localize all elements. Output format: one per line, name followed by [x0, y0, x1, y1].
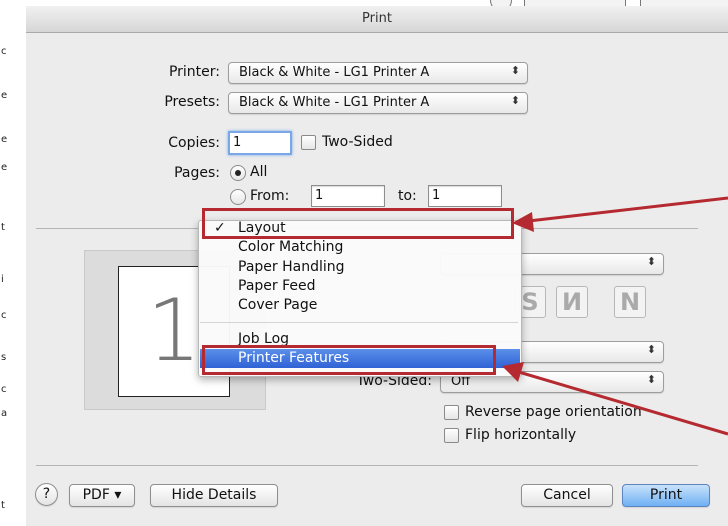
pages-from-value: 1 — [315, 188, 324, 203]
menu-item-paper-feed[interactable]: Paper Feed — [198, 277, 520, 296]
menu-item-label: Cover Page — [238, 297, 318, 313]
pages-to-label: to: — [398, 188, 417, 204]
background-document-edge: c e e e t i c s c a t — [0, 12, 27, 525]
help-icon: ? — [42, 486, 51, 502]
pages-all-label: All — [250, 164, 268, 180]
annotation-box-printer-features — [202, 345, 496, 375]
pages-from-label: From: — [250, 188, 290, 204]
hide-details-button[interactable]: Hide Details — [150, 484, 278, 507]
annotation-box-layout — [202, 208, 514, 239]
printer-select[interactable]: Black & White - LG1 Printer A ⬍ — [228, 62, 528, 84]
menu-item-label: Paper Handling — [238, 259, 345, 275]
menu-item-label: Paper Feed — [238, 278, 316, 294]
dialog-titlebar: Print — [26, 6, 728, 33]
footer-divider — [36, 465, 698, 466]
updown-arrows-icon: ⬍ — [510, 64, 520, 77]
presets-label: Presets: — [164, 94, 220, 110]
presets-select[interactable]: Black & White - LG1 Printer A ⬍ — [228, 92, 528, 114]
arrowhead-icon — [502, 362, 524, 382]
updown-arrows-icon: ⬍ — [510, 94, 520, 107]
arrowhead-icon — [512, 212, 534, 232]
menu-separator — [200, 322, 518, 323]
menu-item-label: Color Matching — [238, 239, 344, 255]
two-sided-checkbox[interactable] — [301, 135, 316, 150]
reverse-orientation-checkbox[interactable] — [444, 405, 459, 420]
copies-value: 1 — [233, 135, 242, 150]
pdf-menu-button[interactable]: PDF ▾ — [69, 484, 135, 507]
menu-item-paper-handling[interactable]: Paper Handling — [198, 258, 520, 277]
printer-value: Black & White - LG1 Printer A — [239, 65, 430, 80]
menu-item-cover-page[interactable]: Cover Page — [198, 296, 520, 315]
print-label: Print — [649, 487, 683, 503]
cancel-label: Cancel — [543, 487, 591, 503]
dialog-title: Print — [362, 11, 392, 26]
menu-item-color-matching[interactable]: Color Matching — [198, 238, 520, 257]
two-sided-label: Two-Sided — [322, 134, 393, 150]
help-button[interactable]: ? — [35, 483, 58, 506]
pages-from-radio[interactable] — [230, 189, 246, 205]
flip-horizontally-checkbox[interactable] — [444, 428, 459, 443]
pages-to-value: 1 — [432, 188, 441, 203]
pdf-button-label: PDF ▾ — [82, 487, 122, 503]
annotation-arrow-line — [519, 196, 728, 224]
pages-label: Pages: — [174, 165, 220, 181]
copies-input[interactable]: 1 — [228, 131, 292, 155]
copies-label: Copies: — [168, 135, 220, 151]
pages-all-radio[interactable] — [230, 165, 246, 181]
printer-label: Printer: — [168, 64, 220, 80]
annotation-arrow-line — [511, 368, 728, 436]
presets-value: Black & White - LG1 Printer A — [239, 95, 430, 110]
cancel-button[interactable]: Cancel — [521, 484, 613, 507]
annotation-arrows — [502, 196, 728, 436]
pages-from-input[interactable]: 1 — [311, 185, 385, 207]
print-button[interactable]: Print — [622, 484, 710, 507]
hide-details-label: Hide Details — [171, 487, 257, 503]
